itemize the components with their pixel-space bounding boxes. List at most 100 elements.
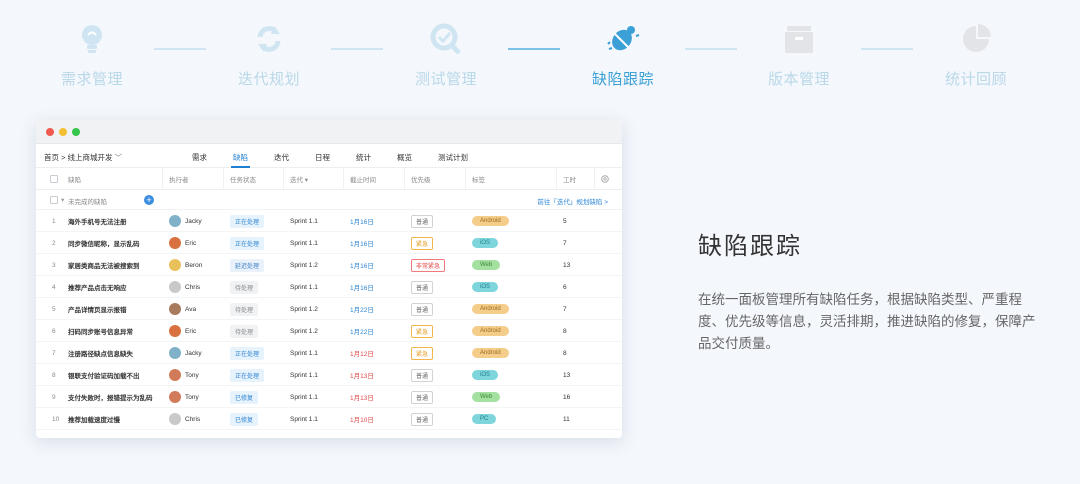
table-row[interactable]: 6 扫码同步账号信息异常 Eric 待处理 Sprint 1.2 1月22日 紧急 Andro… [36, 320, 622, 342]
priority-cell[interactable]: 紧急 [411, 342, 434, 364]
owner-cell[interactable]: Ava [169, 298, 196, 320]
priority-cell[interactable]: 普通 [411, 298, 434, 320]
status-cell[interactable]: 延迟处理 [230, 254, 265, 276]
select-all-checkbox[interactable] [50, 168, 58, 189]
defect-title[interactable]: 家居类商品无法被搜索到 [68, 254, 140, 276]
gear-icon[interactable] [600, 168, 610, 189]
priority-cell[interactable]: 普通 [411, 408, 434, 430]
priority-cell[interactable]: 普通 [411, 386, 434, 408]
due-date[interactable]: 1月12日 [350, 342, 374, 364]
tag-cell[interactable]: Web [472, 254, 501, 276]
tag-cell[interactable]: iOS [472, 364, 499, 386]
owner-cell[interactable]: Jacky [169, 342, 202, 364]
hours-cell[interactable]: 8 [563, 320, 567, 342]
owner-cell[interactable]: Jacky [169, 210, 202, 232]
status-cell[interactable]: 正在处理 [230, 232, 265, 254]
table-row[interactable]: 3 家居类商品无法被搜索到 Beron 延迟处理 Sprint 1.2 1月16日 非常紧急… [36, 254, 622, 276]
status-cell[interactable]: 待处理 [230, 276, 259, 298]
caret-down-icon[interactable]: ▾ [61, 196, 64, 204]
tab-test-plan[interactable]: 测试计划 [438, 152, 468, 163]
status-cell[interactable]: 已修复 [230, 408, 259, 430]
sprint-cell[interactable]: Sprint 1.2 [290, 298, 318, 320]
sprint-cell[interactable]: Sprint 1.1 [290, 386, 318, 408]
defect-title[interactable]: 产品详情页显示报错 [68, 298, 127, 320]
step-requirements[interactable]: 需求管理 [32, 22, 152, 89]
table-row[interactable]: 10 推荐加载速度过慢 Chris 已修复 Sprint 1.1 1月10日 普通 PC 11 [36, 408, 622, 430]
tab-defects[interactable]: 缺陷 [231, 152, 250, 168]
hours-cell[interactable]: 6 [563, 276, 567, 298]
column-due[interactable]: 截止时间 [350, 168, 376, 189]
hours-cell[interactable]: 7 [563, 232, 567, 254]
tag-cell[interactable]: Web [472, 386, 501, 408]
breadcrumb[interactable]: 首页 > 线上商城开发 ﹀ [44, 152, 122, 163]
sprint-cell[interactable]: Sprint 1.1 [290, 408, 318, 430]
defect-title[interactable]: 海外手机号无法注册 [68, 210, 127, 232]
table-row[interactable]: 2 同步微信昵称，显示乱码 Eric 正在处理 Sprint 1.1 1月16日 紧急 iOS… [36, 232, 622, 254]
owner-cell[interactable]: Tony [169, 364, 199, 386]
owner-cell[interactable]: Chris [169, 276, 200, 298]
table-row[interactable]: 4 推荐产品点击无响应 Chris 待处理 Sprint 1.1 1月16日 普通 iOS 6 [36, 276, 622, 298]
due-date[interactable]: 1月16日 [350, 254, 374, 276]
sprint-cell[interactable]: Sprint 1.2 [290, 254, 318, 276]
owner-cell[interactable]: Chris [169, 408, 200, 430]
hours-cell[interactable]: 8 [563, 342, 567, 364]
owner-cell[interactable]: Eric [169, 232, 196, 254]
table-row[interactable]: 1 海外手机号无法注册 Jacky 正在处理 Sprint 1.1 1月16日 普通 Andr… [36, 210, 622, 232]
priority-cell[interactable]: 普通 [411, 276, 434, 298]
hours-cell[interactable]: 16 [563, 386, 570, 408]
step-statistics[interactable]: 统计回顾 [916, 22, 1036, 89]
close-window-button[interactable] [46, 128, 54, 136]
due-date[interactable]: 1月13日 [350, 364, 374, 386]
step-version[interactable]: 版本管理 [739, 22, 859, 89]
defect-title[interactable]: 推荐加载速度过慢 [68, 408, 120, 430]
tab-iterations[interactable]: 迭代 [274, 152, 289, 163]
table-row[interactable]: 8 银联支付验证码加载不出 Tony 正在处理 Sprint 1.1 1月13日 普通 iOS… [36, 364, 622, 386]
priority-cell[interactable]: 普通 [411, 210, 434, 232]
sprint-cell[interactable]: Sprint 1.1 [290, 364, 318, 386]
due-date[interactable]: 1月10日 [350, 408, 374, 430]
sprint-cell[interactable]: Sprint 1.1 [290, 232, 318, 254]
priority-cell[interactable]: 普通 [411, 364, 434, 386]
defect-title[interactable]: 扫码同步账号信息异常 [68, 320, 133, 342]
hours-cell[interactable]: 13 [563, 254, 570, 276]
column-status[interactable]: 任务状态 [230, 168, 256, 189]
owner-cell[interactable]: Beron [169, 254, 202, 276]
tab-statistics[interactable]: 统计 [356, 152, 371, 163]
tag-cell[interactable]: iOS [472, 276, 499, 298]
due-date[interactable]: 1月22日 [350, 320, 374, 342]
tag-cell[interactable]: iOS [472, 232, 499, 254]
sprint-cell[interactable]: Sprint 1.1 [290, 342, 318, 364]
defect-title[interactable]: 银联支付验证码加载不出 [68, 364, 140, 386]
hours-cell[interactable]: 11 [563, 408, 570, 430]
priority-cell[interactable]: 非常紧急 [411, 254, 446, 276]
plan-defects-link[interactable]: 前往「迭代」规划缺陷 > [537, 196, 608, 206]
sprint-cell[interactable]: Sprint 1.2 [290, 320, 318, 342]
due-date[interactable]: 1月16日 [350, 232, 374, 254]
column-tag[interactable]: 标签 [472, 168, 485, 189]
tag-cell[interactable]: PC [472, 408, 497, 430]
tab-schedule[interactable]: 日程 [315, 152, 330, 163]
step-testing[interactable]: 测试管理 [386, 22, 506, 89]
defect-title[interactable]: 推荐产品点击无响应 [68, 276, 127, 298]
status-cell[interactable]: 已修复 [230, 386, 259, 408]
due-date[interactable]: 1月16日 [350, 276, 374, 298]
add-defect-button[interactable]: + [144, 195, 154, 205]
table-row[interactable]: 9 支付失败时，报错提示为乱码 Tony 已修复 Sprint 1.1 1月13日 普通 We… [36, 386, 622, 408]
status-cell[interactable]: 待处理 [230, 320, 259, 342]
owner-cell[interactable]: Tony [169, 386, 199, 408]
owner-cell[interactable]: Eric [169, 320, 196, 342]
hours-cell[interactable]: 7 [563, 298, 567, 320]
minimize-window-button[interactable] [59, 128, 67, 136]
tag-cell[interactable]: Android [472, 342, 509, 364]
due-date[interactable]: 1月13日 [350, 386, 374, 408]
hours-cell[interactable]: 5 [563, 210, 567, 232]
column-priority[interactable]: 优先级 [411, 168, 431, 189]
tab-requirements[interactable]: 需求 [192, 152, 207, 163]
tab-overview[interactable]: 概览 [397, 152, 412, 163]
priority-cell[interactable]: 紧急 [411, 320, 434, 342]
group-checkbox[interactable] [50, 196, 58, 204]
column-sprint[interactable]: 迭代 ▾ [290, 168, 308, 189]
status-cell[interactable]: 正在处理 [230, 342, 265, 364]
column-title[interactable]: 缺陷 [68, 168, 81, 189]
status-cell[interactable]: 正在处理 [230, 364, 265, 386]
